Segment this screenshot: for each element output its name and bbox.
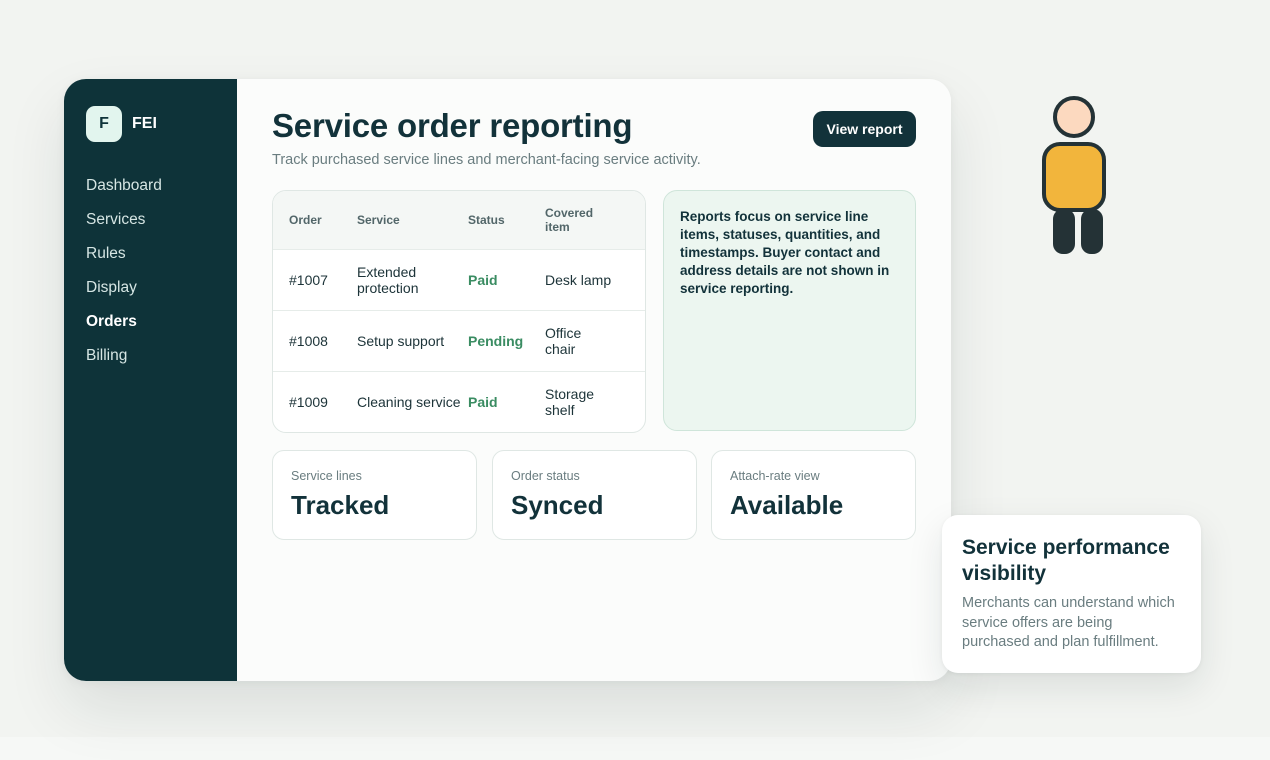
- person-head: [1053, 96, 1095, 138]
- stat-value: Synced: [511, 490, 604, 520]
- app-window: F FEI Dashboard Services Rules Display O…: [64, 79, 951, 681]
- status-badge: Pending: [468, 332, 524, 349]
- service-name: Extended protection: [357, 249, 468, 310]
- person-illustration: [1042, 96, 1106, 254]
- column-header-status: Status: [468, 212, 505, 227]
- service-name: Setup support: [357, 332, 445, 349]
- main-content: Service order reporting Track purchased …: [237, 79, 951, 681]
- sidebar-item-rules[interactable]: Rules: [86, 244, 162, 278]
- person-right-leg: [1081, 209, 1103, 254]
- brand-logo: F: [86, 106, 122, 142]
- stat-card-service-lines: Service lines Tracked: [272, 450, 477, 540]
- page-subtitle: Track purchased service lines and mercha…: [272, 152, 701, 168]
- stat-label: Service lines: [291, 469, 362, 483]
- table-row[interactable]: #1008 Setup support Pending Office chair: [273, 310, 645, 371]
- sidebar-item-billing[interactable]: Billing: [86, 346, 162, 380]
- column-header-covered-item-label: Covered item: [545, 205, 594, 234]
- stat-card-order-status: Order status Synced: [492, 450, 697, 540]
- stat-label: Attach-rate view: [730, 469, 820, 483]
- sidebar-item-orders[interactable]: Orders: [86, 312, 162, 346]
- order-id: #1007: [289, 271, 328, 288]
- column-header-covered-item: Covered item: [545, 191, 645, 249]
- sidebar-nav: Dashboard Services Rules Display Orders …: [86, 176, 162, 380]
- status-badge: Paid: [468, 271, 498, 288]
- stat-value: Tracked: [291, 490, 390, 520]
- table-row[interactable]: #1007 Extended protection Paid Desk lamp: [273, 249, 645, 310]
- person-body: [1042, 142, 1106, 212]
- order-id: #1009: [289, 393, 328, 410]
- service-name-text: Extended protection: [357, 263, 419, 296]
- order-id: #1008: [289, 332, 328, 349]
- column-header-order: Order: [289, 212, 322, 227]
- covered-item: Office chair: [545, 310, 645, 371]
- stat-card-attach-rate: Attach-rate view Available: [711, 450, 916, 540]
- sidebar-item-display[interactable]: Display: [86, 278, 162, 312]
- feature-callout-card: Service performance visibility Merchants…: [942, 515, 1201, 673]
- orders-table: Order Service Status Covered item #1007 …: [273, 191, 645, 432]
- covered-item: Storage shelf: [545, 371, 645, 432]
- status-badge: Paid: [468, 393, 498, 410]
- privacy-note-text: Reports focus on service line items, sta…: [680, 209, 890, 296]
- page-title: Service order reporting: [272, 107, 633, 144]
- callout-title: Service performance visibility: [962, 536, 1170, 585]
- view-report-button[interactable]: View report: [813, 111, 916, 147]
- table-row[interactable]: #1009 Cleaning service Paid Storage shel…: [273, 371, 645, 432]
- sidebar: F FEI Dashboard Services Rules Display O…: [64, 79, 237, 681]
- privacy-note-card: Reports focus on service line items, sta…: [663, 190, 916, 431]
- person-left-leg: [1053, 209, 1075, 254]
- stat-value: Available: [730, 490, 844, 520]
- sidebar-item-dashboard[interactable]: Dashboard: [86, 176, 162, 210]
- column-header-service: Service: [357, 212, 400, 227]
- brand-name: FEI: [132, 115, 157, 132]
- page-footer-strip: [0, 737, 1270, 760]
- service-name: Cleaning service: [357, 393, 461, 410]
- callout-text: Merchants can understand which service o…: [962, 595, 1175, 650]
- covered-item-text: Storage shelf: [545, 385, 595, 418]
- covered-item-text: Office chair: [545, 324, 582, 357]
- covered-item: Desk lamp: [545, 271, 612, 288]
- sidebar-item-services[interactable]: Services: [86, 210, 162, 244]
- orders-table-card: Order Service Status Covered item #1007 …: [272, 190, 646, 433]
- brand: F FEI: [86, 106, 157, 142]
- table-header-row: Order Service Status Covered item: [273, 191, 645, 249]
- stat-label: Order status: [511, 469, 580, 483]
